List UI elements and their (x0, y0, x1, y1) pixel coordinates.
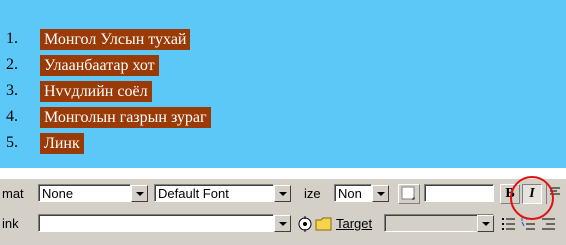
font-value: Default Font (158, 186, 229, 201)
list-item[interactable]: 1. Монгол Улсын тухай (6, 26, 211, 52)
format-label: mat (2, 186, 24, 201)
bold-button[interactable]: B (500, 184, 520, 204)
size-label: ize (304, 186, 321, 201)
list-number: 5. (6, 134, 18, 151)
folder-icon[interactable] (315, 215, 333, 233)
target-dropdown-button[interactable] (477, 215, 494, 232)
list-item-text[interactable]: Улаанбаатар хот (40, 54, 159, 76)
target-label: Target (336, 216, 373, 231)
unordered-list-icon[interactable] (500, 215, 518, 233)
list-number: 3. (6, 82, 18, 99)
format-value: None (42, 186, 74, 201)
ordered-list-icon[interactable] (520, 215, 538, 233)
align-left-icon (550, 187, 560, 195)
font-select[interactable]: Default Font (154, 184, 274, 202)
color-input[interactable] (424, 184, 494, 202)
editor-canvas[interactable]: 1. Монгол Улсын тухай 2. Улаанбаатар хот… (0, 0, 566, 168)
list-item-text[interactable]: Линк (40, 132, 84, 154)
link-label: ink (2, 216, 19, 231)
size-dropdown-button[interactable] (372, 185, 389, 202)
format-select[interactable]: None (38, 184, 131, 202)
size-select[interactable]: Non (334, 184, 372, 202)
italic-button[interactable]: I (522, 184, 542, 204)
color-swatch-icon (401, 186, 415, 200)
point-to-file-icon[interactable] (296, 215, 314, 233)
link-dropdown-button[interactable] (274, 215, 291, 232)
link-input[interactable] (38, 214, 274, 232)
list-number: 2. (6, 56, 18, 73)
separator (0, 168, 566, 178)
list-item-text[interactable]: Монголын газрын зураг (40, 106, 211, 128)
color-picker-button[interactable] (398, 184, 420, 204)
numbered-list: 1. Монгол Улсын тухай 2. Улаанбаатар хот… (6, 26, 211, 156)
indent-icon[interactable] (540, 215, 558, 233)
list-item[interactable]: 5. Линк (6, 130, 211, 156)
bold-label: B (505, 186, 515, 201)
list-item-text[interactable]: Нvvдлийн соёл (40, 80, 152, 102)
list-number: 1. (6, 30, 18, 47)
list-item-text[interactable]: Монгол Улсын тухай (40, 28, 191, 50)
format-dropdown-button[interactable] (131, 185, 148, 202)
list-item[interactable]: 4. Монголын газрын зураг (6, 104, 211, 130)
property-inspector: mat None Default Font ize Non B I ink Ta… (0, 178, 566, 245)
list-item[interactable]: 3. Нvvдлийн соёл (6, 78, 211, 104)
align-left-button[interactable] (546, 184, 566, 204)
font-dropdown-button[interactable] (274, 185, 291, 202)
list-item[interactable]: 2. Улаанбаатар хот (6, 52, 211, 78)
italic-label: I (529, 186, 535, 201)
size-value: Non (338, 186, 362, 201)
list-number: 4. (6, 108, 18, 125)
